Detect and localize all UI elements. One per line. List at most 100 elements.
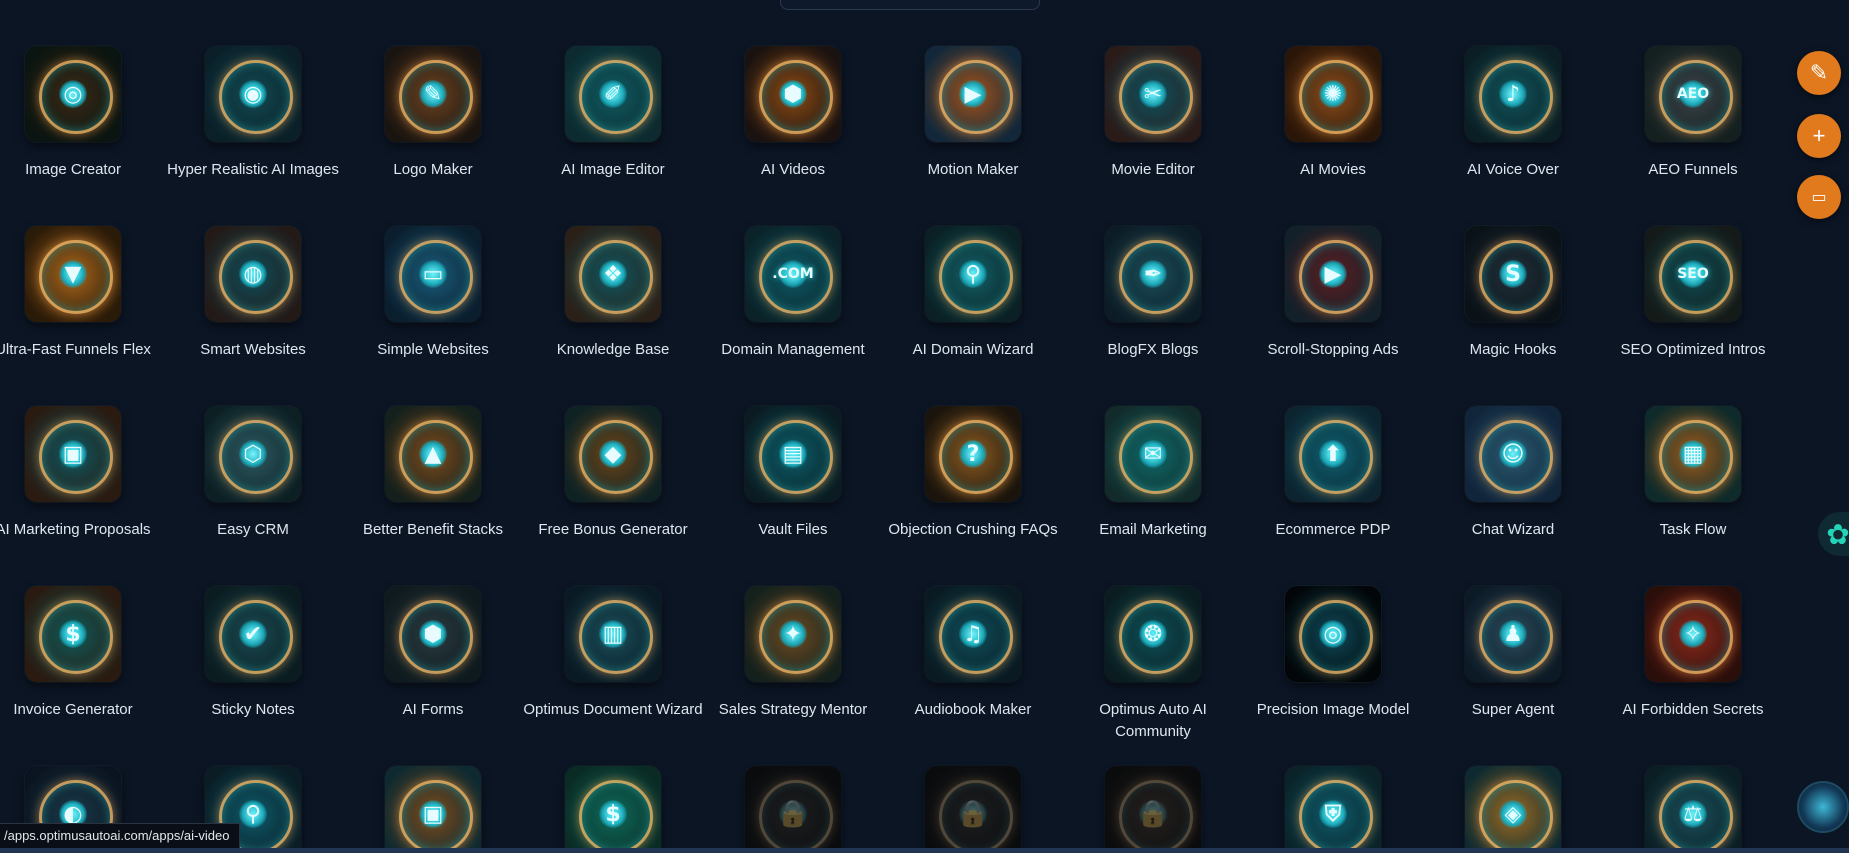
book-icon[interactable]: ❖ [565, 226, 661, 322]
monitor-icon[interactable]: ▭ [385, 226, 481, 322]
app-tile[interactable]: ✐ AI Image Editor [523, 46, 703, 181]
lens-icon[interactable]: ◉ [205, 46, 301, 142]
app-tile[interactable]: ✂ Movie Editor [1063, 46, 1243, 181]
app-tile[interactable]: ▥ Optimus Document Wizard [523, 586, 703, 721]
lock-icon[interactable]: 🔒 [925, 766, 1021, 853]
gift-box-icon[interactable]: ◆ [565, 406, 661, 502]
email-icon[interactable]: ✉ [1105, 406, 1201, 502]
app-tile[interactable]: S Magic Hooks [1423, 226, 1603, 361]
assistant-avatar[interactable] [1797, 781, 1849, 833]
edit-button[interactable]: ✎ [1797, 51, 1841, 95]
app-tile[interactable]: ⬢ AI Videos [703, 46, 883, 181]
app-tile[interactable]: ♟ Super Agent [1423, 586, 1603, 721]
microphone-icon[interactable]: ♪ [1465, 46, 1561, 142]
app-tile[interactable]: ♫ Audiobook Maker [883, 586, 1063, 721]
pen-circle-icon[interactable]: ✒ [1105, 226, 1201, 322]
app-tile[interactable]: ⚲ AI Domain Wizard [883, 226, 1063, 361]
app-tile[interactable]: ♪ AI Voice Over [1423, 46, 1603, 181]
lock-icon[interactable]: 🔒 [745, 766, 841, 853]
magnifier-icon[interactable]: ⚲ [925, 226, 1021, 322]
app-tile[interactable]: 🔒 [883, 766, 1063, 853]
chatgpt-side-tab[interactable]: ✿ [1818, 512, 1849, 556]
scissors-icon[interactable]: ✂ [1105, 46, 1201, 142]
scales-icon[interactable]: ⚖ [1645, 766, 1741, 853]
shield-icon[interactable]: ⛨ [1285, 766, 1381, 853]
camera-lens-icon[interactable]: ◎ [25, 46, 121, 142]
vault-icon[interactable]: ▤ [745, 406, 841, 502]
app-tile[interactable]: ◎ Image Creator [0, 46, 163, 181]
app-tile[interactable]: ◉ Hyper Realistic AI Images [163, 46, 343, 181]
funnel-icon[interactable]: ▼ [25, 226, 121, 322]
app-tile[interactable]: ▤ Vault Files [703, 406, 883, 541]
robot-face-icon[interactable]: ☺ [1465, 406, 1561, 502]
robot-agent-icon[interactable]: ♟ [1465, 586, 1561, 682]
app-tile[interactable]: ◈ [1423, 766, 1603, 853]
task-grid-icon[interactable]: ▦ [1645, 406, 1741, 502]
sticky-note-icon[interactable]: ✔ [205, 586, 301, 682]
app-tile[interactable]: AEO AEO Funnels [1603, 46, 1783, 181]
network-icon[interactable]: ❂ [1105, 586, 1201, 682]
domain-icon[interactable]: .COM [745, 226, 841, 322]
add-button[interactable]: + [1797, 114, 1841, 158]
app-tile[interactable]: ⚖ [1603, 766, 1783, 853]
app-tile[interactable]: SEO SEO Optimized Intros [1603, 226, 1783, 361]
app-tile[interactable]: ✔ Sticky Notes [163, 586, 343, 721]
app-tile[interactable]: ⬢ AI Forms [343, 586, 523, 721]
play-hexagon-icon[interactable]: ▶ [1285, 226, 1381, 322]
app-tile[interactable]: 🔒 [703, 766, 883, 853]
document-shield-icon[interactable]: ▣ [25, 406, 121, 502]
app-tile[interactable]: ✉ Email Marketing [1063, 406, 1243, 541]
app-tile[interactable]: .COM Domain Management [703, 226, 883, 361]
app-tile[interactable]: ⬆ Ecommerce PDP [1243, 406, 1423, 541]
app-tile[interactable]: ❂ Optimus Auto AI Community [1063, 586, 1243, 743]
globe-icon[interactable]: ◍ [205, 226, 301, 322]
app-tile[interactable]: ✒ BlogFX Blogs [1063, 226, 1243, 361]
question-gear-icon[interactable]: ? [925, 406, 1021, 502]
brush-compass-icon[interactable]: ✎ [385, 46, 481, 142]
app-tile[interactable]: ▶ Motion Maker [883, 46, 1063, 181]
app-tile[interactable]: ▣ AI Marketing Proposals [0, 406, 163, 541]
app-tile[interactable]: ◎ Precision Image Model [1243, 586, 1423, 721]
app-tile[interactable]: ? Objection Crushing FAQs [883, 406, 1063, 541]
cube-icon[interactable]: ◈ [1465, 766, 1561, 853]
play-icon[interactable]: ▶ [925, 46, 1021, 142]
app-tile[interactable]: ⬡ Easy CRM [163, 406, 343, 541]
dollar-document-icon[interactable]: $ [25, 586, 121, 682]
app-tile[interactable]: ▦ Task Flow [1603, 406, 1783, 541]
app-tile[interactable]: ✎ Logo Maker [343, 46, 523, 181]
dollar-hexagon-icon[interactable]: $ [565, 766, 661, 853]
app-tile[interactable]: ✦ Sales Strategy Mentor [703, 586, 883, 721]
app-tile[interactable]: ☺ Chat Wizard [1423, 406, 1603, 541]
handshake-icon[interactable]: ⬡ [205, 406, 301, 502]
app-tile[interactable]: ❖ Knowledge Base [523, 226, 703, 361]
app-tile[interactable]: ⛨ [1243, 766, 1423, 853]
app-tile[interactable]: ✺ AI Movies [1243, 46, 1423, 181]
lock-icon[interactable]: 🔒 [1105, 766, 1201, 853]
app-tile[interactable]: ▶ Scroll-Stopping Ads [1243, 226, 1423, 361]
app-tile[interactable]: ◆ Free Bonus Generator [523, 406, 703, 541]
app-tile[interactable]: ▣ [343, 766, 523, 853]
hook-icon[interactable]: S [1465, 226, 1561, 322]
pyramid-icon[interactable]: ▲ [385, 406, 481, 502]
audiobook-icon[interactable]: ♫ [925, 586, 1021, 682]
folder-button[interactable]: ▭ [1797, 175, 1841, 219]
film-reel-icon[interactable]: ✺ [1285, 46, 1381, 142]
app-tile[interactable]: 🔒 [1063, 766, 1243, 853]
chat-monitor-icon[interactable]: ▣ [385, 766, 481, 853]
app-tile[interactable]: ▼ Ultra-Fast Funnels Flex [0, 226, 163, 361]
open-book-icon[interactable]: ✧ [1645, 586, 1741, 682]
app-tile[interactable]: $ [523, 766, 703, 853]
app-tile[interactable]: ✧ AI Forbidden Secrets [1603, 586, 1783, 721]
image-edit-icon[interactable]: ✐ [565, 46, 661, 142]
form-hexagon-icon[interactable]: ⬢ [385, 586, 481, 682]
app-tile[interactable]: ◍ Smart Websites [163, 226, 343, 361]
aperture-icon[interactable]: ◎ [1285, 586, 1381, 682]
shopping-bag-icon[interactable]: ⬆ [1285, 406, 1381, 502]
document-wizard-icon[interactable]: ▥ [565, 586, 661, 682]
aeo-funnel-icon[interactable]: AEO [1645, 46, 1741, 142]
app-tile[interactable]: ▭ Simple Websites [343, 226, 523, 361]
app-tile[interactable]: $ Invoice Generator [0, 586, 163, 721]
app-tile[interactable]: ▲ Better Benefit Stacks [343, 406, 523, 541]
compass-icon[interactable]: ✦ [745, 586, 841, 682]
seo-icon[interactable]: SEO [1645, 226, 1741, 322]
